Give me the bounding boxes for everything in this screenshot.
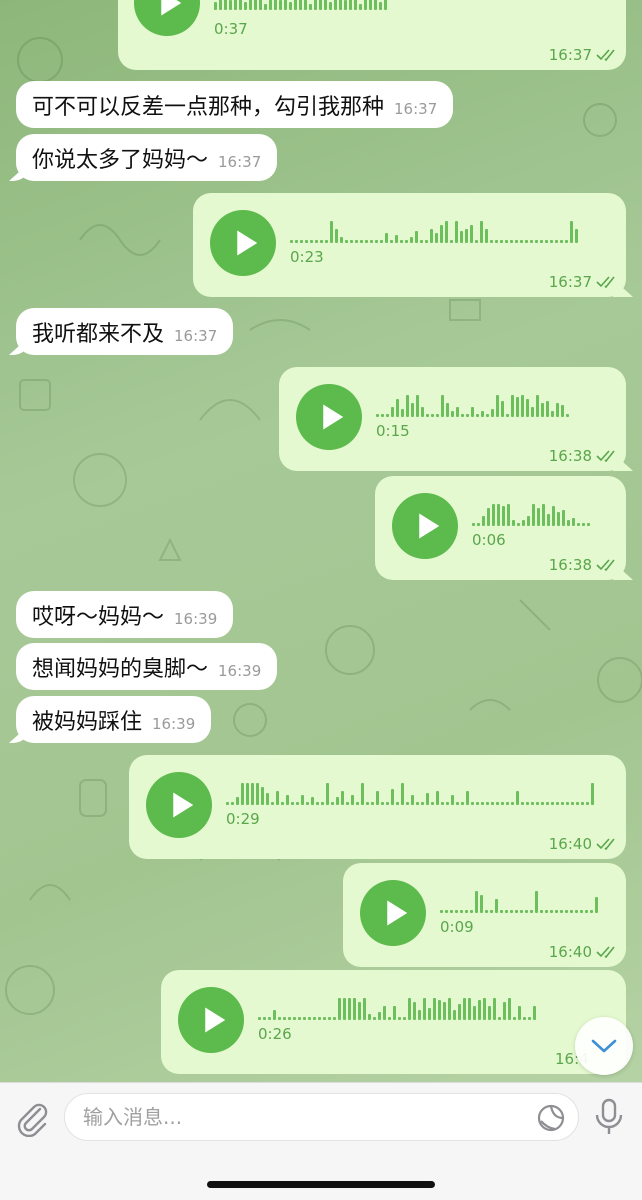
incoming-message[interactable]: 可不可以反差一点那种，勾引我那种 16:37 xyxy=(16,81,454,128)
play-button[interactable] xyxy=(296,384,362,450)
scroll-to-bottom-button[interactable] xyxy=(575,1017,633,1075)
time-label: 16:40 xyxy=(548,835,592,853)
time-label: 16:37 xyxy=(548,273,592,291)
microphone-icon[interactable] xyxy=(592,1097,626,1137)
double-check-icon xyxy=(596,559,615,571)
time-label: 16:38 xyxy=(548,447,592,465)
voice-duration: 0:29 xyxy=(226,810,260,828)
message-text: 想闻妈妈的臭脚～ xyxy=(32,656,209,682)
voice-duration: 0:15 xyxy=(376,422,410,440)
double-check-icon xyxy=(596,946,615,958)
time-label: 16:40 xyxy=(548,943,592,961)
play-button[interactable] xyxy=(360,880,426,946)
message-text: 可不可以反差一点那种，勾引我那种 xyxy=(32,94,385,120)
incoming-message[interactable]: 被妈妈踩住 16:39 xyxy=(16,696,212,743)
message-time: 16:37 xyxy=(174,326,218,345)
play-icon xyxy=(418,513,439,539)
play-button[interactable] xyxy=(210,210,276,276)
voice-message[interactable]: 0:23 16:37 xyxy=(193,193,626,297)
message-time: 16:38 xyxy=(549,556,618,574)
message-input[interactable] xyxy=(83,1094,523,1140)
chevron-down-icon xyxy=(591,1039,617,1053)
double-check-icon xyxy=(596,838,615,850)
incoming-message[interactable]: 你说太多了妈妈～ 16:37 xyxy=(16,134,278,181)
play-icon xyxy=(160,0,181,16)
message-text: 我听都来不及 xyxy=(32,321,165,347)
message-time: 16:37 xyxy=(394,99,438,118)
play-button[interactable] xyxy=(178,987,244,1053)
voice-message[interactable]: 0:09 16:40 xyxy=(343,863,626,967)
voice-message[interactable]: 0:15 16:38 xyxy=(279,367,626,471)
message-text: 你说太多了妈妈～ xyxy=(32,147,209,173)
voice-message[interactable]: 0:26 16:4 xyxy=(161,970,626,1074)
waveform xyxy=(214,0,387,10)
incoming-message[interactable]: 哎呀～妈妈～ 16:39 xyxy=(16,591,234,638)
message-text: 被妈妈踩住 xyxy=(32,709,143,735)
message-time: 16:37 xyxy=(218,152,262,171)
voice-duration: 0:23 xyxy=(290,248,324,266)
message-time: 16:40 xyxy=(549,835,618,853)
voice-duration: 0:37 xyxy=(214,20,248,38)
waveform xyxy=(226,775,594,805)
home-indicator xyxy=(207,1181,435,1188)
waveform xyxy=(290,213,578,243)
play-icon xyxy=(322,404,343,430)
message-field[interactable] xyxy=(64,1093,579,1141)
chat-area[interactable]: 0:37 16:37 可不可以反差一点那种，勾引我那种 16:37 你说太多了妈… xyxy=(0,0,642,1082)
play-button[interactable] xyxy=(392,493,458,559)
play-button[interactable] xyxy=(134,0,200,36)
voice-duration: 0:26 xyxy=(258,1025,292,1043)
waveform xyxy=(376,387,569,417)
play-button[interactable] xyxy=(146,772,212,838)
waveform xyxy=(258,990,536,1020)
sticker-icon[interactable] xyxy=(535,1102,567,1134)
waveform xyxy=(440,883,598,913)
message-time: 16:39 xyxy=(174,609,218,628)
double-check-icon xyxy=(596,49,615,61)
time-label: 16:38 xyxy=(548,556,592,574)
incoming-message[interactable]: 想闻妈妈的臭脚～ 16:39 xyxy=(16,643,278,690)
message-text: 哎呀～妈妈～ xyxy=(32,604,165,630)
play-icon xyxy=(172,792,193,818)
play-icon xyxy=(236,230,257,256)
waveform xyxy=(472,496,590,526)
voice-message[interactable]: 0:06 16:38 xyxy=(375,476,626,580)
paperclip-icon[interactable] xyxy=(12,1097,52,1137)
double-check-icon xyxy=(596,276,615,288)
message-time: 16:38 xyxy=(549,447,618,465)
message-input-bar xyxy=(0,1082,642,1200)
voice-duration: 0:09 xyxy=(440,918,474,936)
double-check-icon xyxy=(596,450,615,462)
message-time: 16:37 xyxy=(549,273,618,291)
voice-message[interactable]: 0:37 16:37 xyxy=(118,0,626,70)
message-time: 16:40 xyxy=(549,943,618,961)
play-icon xyxy=(204,1007,225,1033)
play-icon xyxy=(386,900,407,926)
voice-duration: 0:06 xyxy=(472,531,506,549)
time-label: 16:37 xyxy=(548,46,592,64)
voice-message[interactable]: 0:29 16:40 xyxy=(129,755,626,859)
message-time: 16:37 xyxy=(549,46,618,64)
incoming-message[interactable]: 我听都来不及 16:37 xyxy=(16,308,234,355)
message-time: 16:39 xyxy=(152,714,196,733)
message-time: 16:39 xyxy=(218,661,262,680)
